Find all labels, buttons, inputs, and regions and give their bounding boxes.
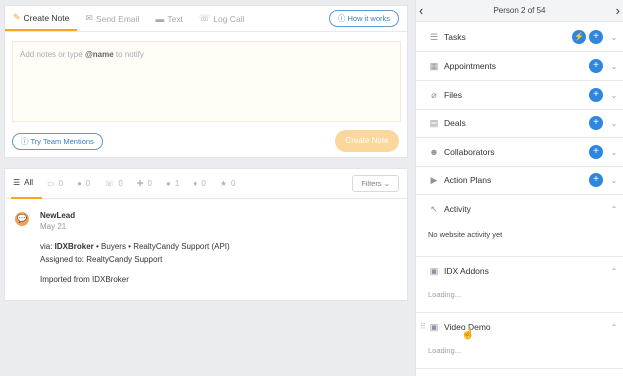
idx-header[interactable]: ▣ IDX Addons ⌃ [416, 257, 623, 285]
tag-icon: ▤ [429, 117, 439, 128]
entry-assigned: Assigned to: RealtyCandy Support [40, 255, 163, 264]
how-it-works-button[interactable]: ⓘ How it works [328, 10, 399, 27]
chevron-down-icon[interactable]: ⌄ [606, 119, 622, 128]
idx-icon: ▣ [429, 265, 439, 276]
activity-header[interactable]: ↖ Activity ⌃ [416, 195, 623, 223]
phone-icon: ☏ [104, 179, 115, 188]
create-note-button[interactable]: Create Note [335, 130, 399, 152]
note-icon: ▭ [47, 179, 55, 188]
add-action-plan-button[interactable]: + [589, 173, 603, 187]
composer-tabs: ✎ Create Note ✉ Send Email ▬ Text ☏ Log … [5, 6, 407, 32]
video-loading-text: Loading... [428, 346, 461, 355]
tab-log-call[interactable]: ☏ Log Call [191, 6, 252, 31]
section-video-demo: ⠿ ▣ Video Demo ⌃ Loading... [416, 313, 623, 369]
add-appointment-button[interactable]: + [589, 59, 603, 73]
chevron-up-icon[interactable]: ⌃ [606, 267, 622, 276]
chevron-down-icon: ⌄ [383, 179, 390, 188]
section-activity: ↖ Activity ⌃ No website activity yet [416, 195, 623, 257]
feed-entry-text: NewLead May 21 via: IDXBroker • Buyers •… [40, 211, 400, 284]
section-files[interactable]: ⌀ Files + ⌄ [416, 81, 623, 110]
feed-tab-starred[interactable]: ★ 0 [220, 179, 245, 188]
section-idx-addons: ▣ IDX Addons ⌃ Loading... [416, 257, 623, 313]
email-icon: ✉ [85, 13, 93, 23]
phone-icon: ☏ [199, 13, 211, 23]
section-appointments[interactable]: ▦ Appointments + ⌄ [416, 52, 623, 81]
paperclip-icon: ⌀ [431, 89, 437, 100]
list-icon: ☰ [13, 178, 21, 187]
person-navigator: ‹ Person 2 of 54 › [416, 0, 623, 22]
section-collaborators[interactable]: ☻ Collaborators + ⌄ [416, 138, 623, 167]
feed-tab-texts[interactable]: ● 1 [166, 179, 188, 188]
add-task-button[interactable]: + [589, 30, 603, 44]
try-team-mentions-button[interactable]: ⓘ Try Team Mentions [12, 133, 103, 150]
feed-tab-chat[interactable]: ● 0 [77, 179, 99, 188]
section-deals[interactable]: ▤ Deals + ⌄ [416, 109, 623, 138]
feed-tab-notes[interactable]: ▭ 0 [47, 179, 72, 188]
pin-icon: ✚ [136, 179, 144, 188]
chevron-down-icon[interactable]: ⌄ [606, 62, 622, 71]
bolt-icon[interactable]: ⚡ [572, 30, 586, 44]
entry-via: via: IDXBroker • Buyers • RealtyCandy Su… [40, 242, 230, 251]
chevron-left-icon[interactable]: ‹ [419, 3, 423, 18]
entry-imported: Imported from IDXBroker [40, 275, 129, 284]
chevron-down-icon[interactable]: ⌄ [606, 33, 622, 42]
chat-bubble-icon: 💬 [15, 212, 29, 226]
tab-label: Log Call [213, 13, 245, 24]
activity-feed: ☰ All ▭ 0 ● 0 ☏ 0 ✚ 0 ● 1 ♦ 0 ★ 0 Filters ⌄ 💬 Ne… [4, 168, 408, 301]
person-counter: Person 2 of 54 [493, 6, 546, 15]
section-action-plans[interactable]: ▶ Action Plans + ⌄ [416, 166, 623, 195]
activity-empty-text: No website activity yet [428, 230, 503, 239]
pointer-icon: ↖ [430, 203, 438, 214]
chat-icon: ▬ [155, 13, 165, 24]
star-icon: ★ [219, 179, 228, 188]
text-icon: ● [166, 179, 171, 188]
video-icon: ▣ [429, 321, 439, 332]
chevron-right-icon[interactable]: › [616, 3, 620, 18]
entry-name: NewLead [40, 211, 76, 220]
drop-icon: ♦ [193, 179, 198, 188]
chevron-down-icon[interactable]: ⌄ [606, 91, 622, 100]
tab-label: Create Note [23, 12, 70, 23]
play-icon: ▶ [430, 174, 438, 185]
pencil-icon: ✎ [13, 12, 21, 22]
feed-tab-pins[interactable]: ✚ 0 [137, 179, 161, 188]
idx-loading-text: Loading... [428, 290, 461, 299]
entry-date: May 21 [40, 222, 67, 231]
chevron-down-icon[interactable]: ⌄ [606, 176, 622, 185]
add-collaborator-button[interactable]: + [589, 145, 603, 159]
tab-label: Text [167, 13, 183, 24]
feed-tab-drops[interactable]: ♦ 0 [193, 179, 215, 188]
drag-handle-icon[interactable]: ⠿ [420, 322, 426, 331]
chevron-up-icon[interactable]: ⌃ [606, 205, 622, 214]
chat-icon: ● [77, 179, 82, 188]
add-deal-button[interactable]: + [589, 116, 603, 130]
hand-cursor-icon: ☝ [461, 328, 475, 340]
feed-tab-all[interactable]: ☰ All [11, 169, 43, 199]
filters-dropdown[interactable]: Filters ⌄ [352, 175, 399, 192]
tab-create-note[interactable]: ✎ Create Note [5, 6, 78, 31]
checklist-icon: ☰ [429, 31, 439, 42]
section-tasks[interactable]: ☰ Tasks ⚡ + ⌄ [416, 23, 623, 52]
video-header[interactable]: ▣ Video Demo ⌃ [416, 313, 623, 341]
tab-label: Send Email [95, 13, 140, 24]
notes-textarea[interactable]: Add notes or type @name to notify [12, 41, 401, 122]
tab-text[interactable]: ▬ Text [147, 6, 191, 31]
add-file-button[interactable]: + [589, 88, 603, 102]
feed-tab-calls[interactable]: ☏ 0 [104, 179, 131, 188]
chevron-down-icon[interactable]: ⌄ [606, 148, 622, 157]
calendar-icon: ▦ [429, 60, 439, 71]
feed-filter-tabs: ☰ All ▭ 0 ● 0 ☏ 0 ✚ 0 ● 1 ♦ 0 ★ 0 Filters ⌄ [5, 169, 407, 199]
note-composer: ✎ Create Note ✉ Send Email ▬ Text ☏ Log … [4, 5, 408, 158]
people-icon: ☻ [429, 147, 439, 157]
chevron-up-icon[interactable]: ⌃ [606, 323, 622, 332]
tab-send-email[interactable]: ✉ Send Email [77, 6, 147, 31]
person-side-panel: ‹ Person 2 of 54 › ☰ Tasks ⚡ + ⌄ ▦ Appoi… [415, 0, 623, 376]
